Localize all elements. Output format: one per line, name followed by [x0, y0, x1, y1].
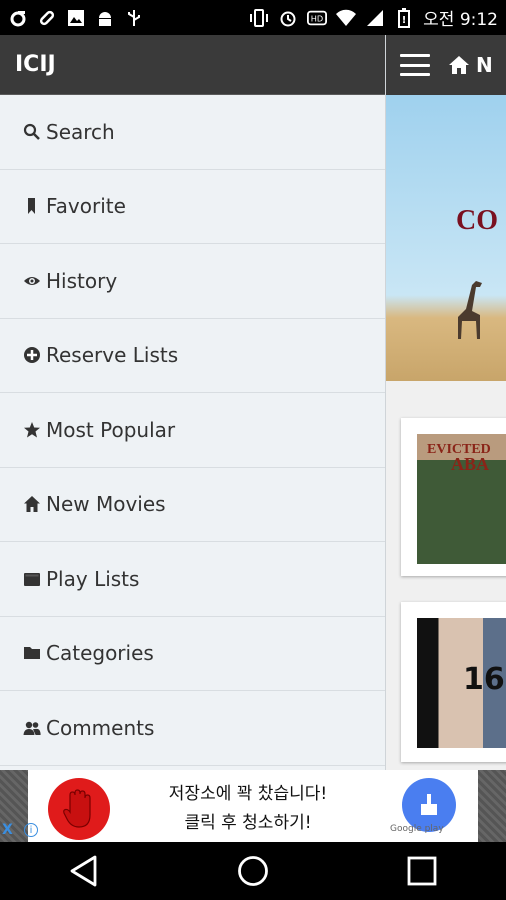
hd-icon: HD [307, 9, 328, 27]
ad-info-icon[interactable]: i [24, 823, 38, 837]
video-thumbnail: EVICTED ABA [417, 434, 506, 564]
system-nav-bar [0, 842, 506, 900]
menu-item-label: Categories [46, 641, 154, 666]
google-play-label: Google play [390, 824, 444, 834]
home-icon [22, 494, 42, 514]
status-icons-left [8, 9, 144, 27]
menu-item-reserve-lists[interactable]: Reserve Lists [0, 319, 385, 393]
alarm-icon [278, 9, 298, 27]
plus-circle-icon [22, 345, 42, 365]
clock-time: 오전 9:12 [423, 10, 498, 30]
ad-cta[interactable]: Google play [360, 770, 478, 842]
menu-item-label: Search [46, 119, 115, 144]
menu-item-label: Play Lists [46, 566, 140, 591]
menu-item-comments[interactable]: Comments [0, 691, 385, 766]
home-circle-icon [238, 856, 268, 886]
users-icon [22, 718, 42, 738]
menu-item-label: Most Popular [46, 417, 176, 442]
hero-banner[interactable]: CO [386, 95, 506, 381]
menu-item-play-lists[interactable]: Play Lists [0, 542, 385, 617]
signal-icon [365, 9, 385, 27]
menu-item-history[interactable]: History [0, 244, 385, 319]
recents-button[interactable] [402, 851, 442, 891]
vibrate-icon [249, 8, 269, 27]
status-bar: HD ! 오전 9:12 [0, 0, 506, 35]
content-toolbar: N [386, 35, 506, 95]
giraffe-image [458, 281, 482, 339]
ad-line-1: 저장소에 꽉 찼습니다! [168, 784, 328, 804]
svg-text:HD: HD [311, 13, 323, 23]
menu-item-label: New Movies [46, 492, 166, 517]
home-nav[interactable]: N [448, 53, 493, 77]
menu-item-categories[interactable]: Categories [0, 617, 385, 691]
navigation-drawer: ICIJ Search Favorite History Reserve Lis… [0, 35, 386, 770]
stop-hand-icon [48, 778, 110, 840]
eye-icon [22, 271, 42, 291]
usb-icon [124, 9, 144, 27]
video-card[interactable]: 16 [401, 602, 506, 762]
ad-line-2: 클릭 후 청소하기! [184, 813, 312, 833]
home-icon [449, 56, 469, 74]
thumbnail-text: 16 [463, 662, 505, 697]
ad-banner[interactable]: 저장소에 꽉 찼습니다! 클릭 후 청소하기! Google play X i [0, 770, 506, 842]
menu-item-favorite[interactable]: Favorite [0, 170, 385, 244]
video-thumbnail: 16 [417, 618, 506, 748]
menu-item-label: Comments [46, 715, 155, 740]
svg-text:!: ! [402, 15, 407, 26]
menu-item-label: History [46, 268, 118, 293]
wifi-icon [336, 9, 357, 27]
search-icon [22, 122, 42, 142]
drawer-title: ICIJ [0, 35, 385, 95]
home-nav-label: N [476, 53, 493, 77]
ad-text: 저장소에 꽉 찼습니다! 클릭 후 청소하기! [136, 770, 360, 842]
main-content: N CO EVICTED ABA 16 [386, 35, 506, 770]
android-icon [95, 9, 115, 27]
notification-icon [8, 9, 28, 27]
ad-close-button[interactable]: X [2, 822, 13, 838]
folder-icon [22, 643, 42, 663]
ad-pattern [478, 770, 506, 842]
status-icons-right: HD ! 오전 9:12 [249, 5, 498, 30]
back-triangle-icon [70, 855, 97, 887]
menu-item-most-popular[interactable]: Most Popular [0, 393, 385, 468]
back-button[interactable] [64, 851, 104, 891]
battery-icon: ! [394, 7, 414, 28]
thumbnail-subtitle: ABA [451, 454, 490, 474]
hamburger-menu-icon[interactable] [400, 54, 430, 76]
link-icon [37, 9, 57, 27]
menu-item-label: Favorite [46, 194, 126, 219]
menu-item-search[interactable]: Search [0, 95, 385, 170]
bookmark-icon [22, 196, 42, 216]
star-icon [22, 420, 42, 440]
banner-title: CO [456, 205, 498, 236]
ad-image [28, 770, 136, 842]
menu-item-new-movies[interactable]: New Movies [0, 468, 385, 542]
menu-item-label: Reserve Lists [46, 343, 179, 368]
video-card[interactable]: EVICTED ABA [401, 418, 506, 576]
recents-square-icon [407, 856, 437, 886]
home-button[interactable] [233, 851, 273, 891]
film-icon [22, 569, 42, 589]
image-icon [66, 9, 86, 27]
